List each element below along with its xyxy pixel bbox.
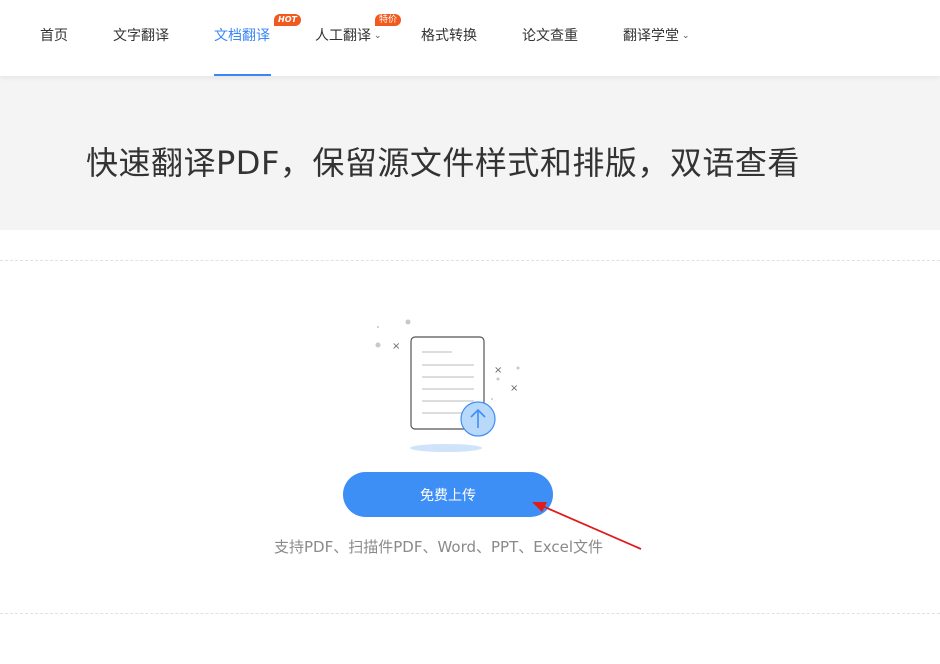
nav-item-label: 文字翻译: [113, 28, 169, 44]
nav-item-label: 论文查重: [522, 28, 578, 44]
hot-badge: HOT: [274, 14, 301, 26]
nav-item-doc-translate[interactable]: 文档翻译: [214, 0, 271, 76]
page-title: 快速翻译PDF，保留源文件样式和排版，双语查看: [86, 144, 800, 182]
upload-area-top-border: [0, 260, 940, 261]
discount-badge: 特价: [375, 14, 402, 26]
chevron-down-icon: ⌄: [682, 31, 690, 41]
annotation-arrow-icon: [532, 502, 642, 550]
chevron-down-icon: ⌄: [374, 31, 382, 41]
svg-text:×: ×: [494, 365, 502, 376]
nav-item-label: 首页: [40, 28, 68, 44]
top-nav: 首页 文字翻译 文档翻译 HOT 人工翻译 ⌄ 特价 格式转换 论文查重 翻译学堂…: [0, 0, 940, 76]
nav-item-plagiarism-check[interactable]: 论文查重: [522, 0, 578, 76]
nav-item-label: 人工翻译: [315, 28, 371, 44]
nav-item-label: 翻译学堂: [623, 28, 679, 44]
nav-item-human-translate[interactable]: 人工翻译 ⌄: [315, 0, 382, 76]
hero-banner: 快速翻译PDF，保留源文件样式和排版，双语查看: [0, 76, 940, 230]
nav-item-text-translate[interactable]: 文字翻译: [113, 0, 169, 76]
svg-text:×: ×: [392, 341, 400, 352]
nav-item-label: 文档翻译: [214, 28, 270, 44]
nav-item-label: 格式转换: [421, 28, 477, 44]
upload-area-bottom-border: [0, 613, 940, 614]
nav-item-format-convert[interactable]: 格式转换: [421, 0, 477, 76]
active-tab-indicator: [214, 74, 271, 76]
document-upload-illustration: × × ×: [375, 319, 520, 452]
nav-item-home[interactable]: 首页: [40, 0, 68, 76]
nav-item-translation-school[interactable]: 翻译学堂 ⌄: [623, 0, 690, 76]
svg-text:×: ×: [510, 383, 518, 394]
